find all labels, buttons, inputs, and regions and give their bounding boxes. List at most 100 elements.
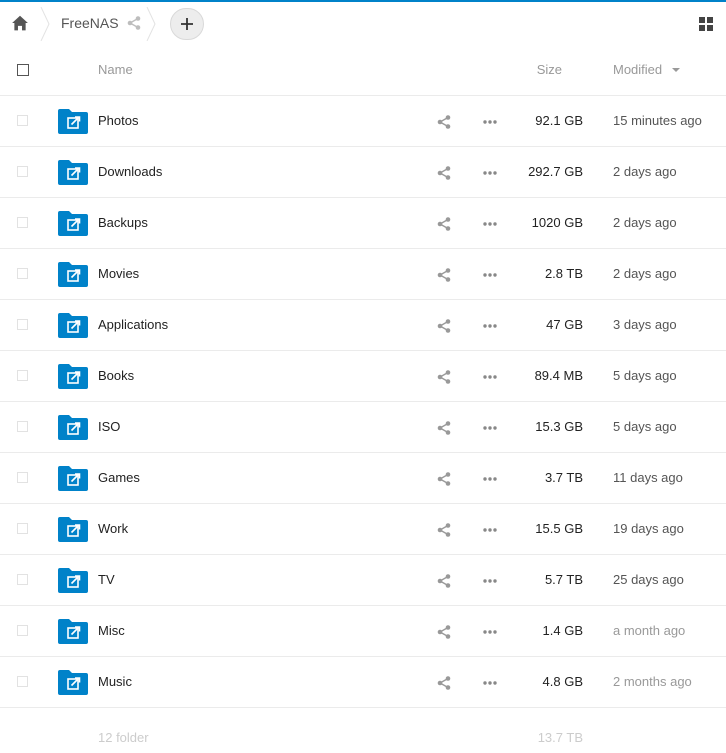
- file-name[interactable]: Misc: [98, 623, 125, 638]
- file-modified: 2 days ago: [613, 215, 677, 230]
- row-checkbox[interactable]: [17, 370, 28, 381]
- row-checkbox[interactable]: [17, 676, 28, 687]
- row-checkbox[interactable]: [17, 319, 28, 330]
- file-name[interactable]: TV: [98, 572, 115, 587]
- share-icon[interactable]: [436, 114, 452, 130]
- column-header-name[interactable]: Name: [98, 62, 133, 77]
- external-folder-icon[interactable]: [58, 670, 88, 695]
- more-icon[interactable]: [482, 114, 498, 130]
- row-checkbox[interactable]: [17, 472, 28, 483]
- more-icon[interactable]: [482, 420, 498, 436]
- row-checkbox[interactable]: [17, 574, 28, 585]
- table-row[interactable]: Misc 1.4 GB a month ago: [0, 606, 726, 657]
- share-icon[interactable]: [126, 15, 142, 31]
- file-list-summary: 12 folder 13.7 TB: [0, 714, 726, 753]
- file-name[interactable]: Books: [98, 368, 134, 383]
- file-name[interactable]: Applications: [98, 317, 168, 332]
- file-name[interactable]: Work: [98, 521, 128, 536]
- file-modified: 25 days ago: [613, 572, 684, 587]
- more-icon[interactable]: [482, 471, 498, 487]
- more-icon[interactable]: [482, 318, 498, 334]
- grid-view-icon[interactable]: [699, 17, 713, 31]
- file-size: 89.4 MB: [534, 368, 583, 383]
- file-modified: 2 months ago: [613, 674, 692, 689]
- file-size: 1.4 GB: [542, 623, 583, 638]
- select-all-checkbox[interactable]: [17, 64, 29, 76]
- table-row[interactable]: Books 89.4 MB 5 days ago: [0, 351, 726, 402]
- file-name[interactable]: Downloads: [98, 164, 162, 179]
- external-folder-icon[interactable]: [58, 313, 88, 338]
- more-icon[interactable]: [482, 522, 498, 538]
- more-icon[interactable]: [482, 165, 498, 181]
- row-checkbox[interactable]: [17, 523, 28, 534]
- row-checkbox[interactable]: [17, 268, 28, 279]
- table-row[interactable]: Music 4.8 GB 2 months ago: [0, 657, 726, 708]
- file-modified: 5 days ago: [613, 368, 677, 383]
- file-size: 92.1 GB: [535, 113, 583, 128]
- table-row[interactable]: Work 15.5 GB 19 days ago: [0, 504, 726, 555]
- row-checkbox[interactable]: [17, 217, 28, 228]
- share-icon[interactable]: [436, 318, 452, 334]
- row-checkbox[interactable]: [17, 625, 28, 636]
- table-row[interactable]: Games 3.7 TB 11 days ago: [0, 453, 726, 504]
- external-folder-icon[interactable]: [58, 415, 88, 440]
- file-modified: 15 minutes ago: [613, 113, 702, 128]
- file-modified: 5 days ago: [613, 419, 677, 434]
- share-icon[interactable]: [436, 420, 452, 436]
- external-folder-icon[interactable]: [58, 109, 88, 134]
- breadcrumb-item-current[interactable]: FreeNAS: [61, 15, 119, 31]
- external-folder-icon[interactable]: [58, 619, 88, 644]
- row-checkbox[interactable]: [17, 115, 28, 126]
- external-folder-icon[interactable]: [58, 364, 88, 389]
- external-folder-icon[interactable]: [58, 211, 88, 236]
- table-row[interactable]: Applications 47 GB 3 days ago: [0, 300, 726, 351]
- share-icon[interactable]: [436, 165, 452, 181]
- row-checkbox[interactable]: [17, 421, 28, 432]
- share-icon[interactable]: [436, 675, 452, 691]
- more-icon[interactable]: [482, 216, 498, 232]
- external-folder-icon[interactable]: [58, 568, 88, 593]
- column-header-modified[interactable]: Modified: [613, 62, 662, 77]
- more-icon[interactable]: [482, 573, 498, 589]
- file-size: 2.8 TB: [544, 266, 583, 281]
- add-button[interactable]: [170, 8, 204, 40]
- file-size: 15.3 GB: [535, 419, 583, 434]
- more-icon[interactable]: [482, 369, 498, 385]
- table-row[interactable]: Photos 92.1 GB 15 minutes ago: [0, 96, 726, 147]
- more-icon[interactable]: [482, 267, 498, 283]
- table-row[interactable]: TV 5.7 TB 25 days ago: [0, 555, 726, 606]
- home-icon[interactable]: [11, 14, 29, 32]
- more-icon[interactable]: [482, 624, 498, 640]
- external-folder-icon[interactable]: [58, 517, 88, 542]
- file-modified: 19 days ago: [613, 521, 684, 536]
- file-name[interactable]: Movies: [98, 266, 139, 281]
- file-name[interactable]: Games: [98, 470, 140, 485]
- file-name[interactable]: ISO: [98, 419, 120, 434]
- row-checkbox[interactable]: [17, 166, 28, 177]
- table-row[interactable]: Backups 1020 GB 2 days ago: [0, 198, 726, 249]
- table-row[interactable]: ISO 15.3 GB 5 days ago: [0, 402, 726, 453]
- external-folder-icon[interactable]: [58, 262, 88, 287]
- file-name[interactable]: Music: [98, 674, 132, 689]
- file-name[interactable]: Photos: [98, 113, 138, 128]
- more-icon[interactable]: [482, 675, 498, 691]
- table-row[interactable]: Movies 2.8 TB 2 days ago: [0, 249, 726, 300]
- share-icon[interactable]: [436, 573, 452, 589]
- file-size: 292.7 GB: [528, 164, 583, 179]
- file-name[interactable]: Backups: [98, 215, 148, 230]
- table-row[interactable]: Downloads 292.7 GB 2 days ago: [0, 147, 726, 198]
- share-icon[interactable]: [436, 369, 452, 385]
- external-folder-icon[interactable]: [58, 466, 88, 491]
- external-folder-icon[interactable]: [58, 160, 88, 185]
- share-icon[interactable]: [436, 624, 452, 640]
- share-icon[interactable]: [436, 267, 452, 283]
- file-size: 4.8 GB: [542, 674, 583, 689]
- column-header-size[interactable]: Size: [537, 62, 562, 77]
- share-icon[interactable]: [436, 216, 452, 232]
- file-size: 15.5 GB: [535, 521, 583, 536]
- share-icon[interactable]: [436, 522, 452, 538]
- sort-descending-icon: [672, 68, 680, 72]
- file-size: 47 GB: [546, 317, 583, 332]
- share-icon[interactable]: [436, 471, 452, 487]
- summary-folder-count: 12 folder: [98, 730, 149, 745]
